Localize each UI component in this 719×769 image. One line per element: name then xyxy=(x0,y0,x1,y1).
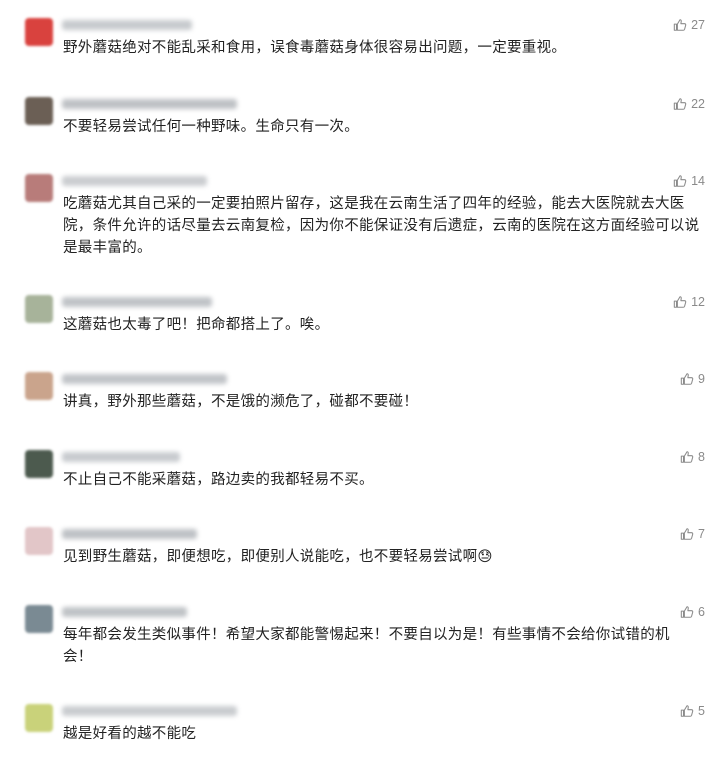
like-button[interactable]: 14 xyxy=(673,174,705,188)
comment-text: 这蘑菇也太毒了吧！把命都搭上了。唉。 xyxy=(63,317,330,333)
comment-text: 讲真，野外那些蘑菇，不是饿的濒危了，碰都不要碰！ xyxy=(63,394,419,410)
comment-text: 见到野生蘑菇，即便想吃，即便别人说能吃，也不要轻易尝试啊😓 xyxy=(63,549,493,565)
like-count: 5 xyxy=(698,704,705,718)
like-count: 12 xyxy=(691,295,705,309)
avatar[interactable] xyxy=(25,97,53,125)
like-button[interactable]: 22 xyxy=(673,97,705,111)
username-blurred[interactable] xyxy=(62,706,237,716)
thumbs-up-icon xyxy=(680,527,694,541)
comment-text: 不要轻易尝试任何一种野味。生命只有一次。 xyxy=(63,119,359,135)
username-blurred[interactable] xyxy=(62,374,227,384)
username-blurred[interactable] xyxy=(62,529,197,539)
avatar[interactable] xyxy=(25,450,53,478)
like-button[interactable]: 8 xyxy=(680,450,705,464)
like-count: 6 xyxy=(698,605,705,619)
thumbs-up-icon xyxy=(673,295,687,309)
like-button[interactable]: 27 xyxy=(673,18,705,32)
thumbs-up-icon xyxy=(680,704,694,718)
like-count: 7 xyxy=(698,527,705,541)
thumbs-up-icon xyxy=(673,174,687,188)
like-count: 8 xyxy=(698,450,705,464)
comment-text: 吃蘑菇尤其自己采的一定要拍照片留存，这是我在云南生活了四年的经验，能去大医院就去… xyxy=(63,196,700,256)
username-blurred[interactable] xyxy=(62,20,192,30)
like-count: 9 xyxy=(698,372,705,386)
like-count: 14 xyxy=(691,174,705,188)
comment-text: 野外蘑菇绝对不能乱采和食用，误食毒蘑菇身体很容易出问题，一定要重视。 xyxy=(63,40,567,56)
thumbs-up-icon xyxy=(673,97,687,111)
like-button[interactable]: 9 xyxy=(680,372,705,386)
thumbs-up-icon xyxy=(680,605,694,619)
thumbs-up-icon xyxy=(680,450,694,464)
comment-text: 不止自己不能采蘑菇，路边卖的我都轻易不买。 xyxy=(63,472,374,488)
like-button[interactable]: 12 xyxy=(673,295,705,309)
like-button[interactable]: 6 xyxy=(680,605,705,619)
like-count: 22 xyxy=(691,97,705,111)
avatar[interactable] xyxy=(25,295,53,323)
username-blurred[interactable] xyxy=(62,452,180,462)
avatar[interactable] xyxy=(25,527,53,555)
like-button[interactable]: 5 xyxy=(680,704,705,718)
avatar[interactable] xyxy=(25,18,53,46)
avatar[interactable] xyxy=(25,704,53,732)
like-count: 27 xyxy=(691,18,705,32)
avatar[interactable] xyxy=(25,605,53,633)
username-blurred[interactable] xyxy=(62,99,237,109)
comment-text: 越是好看的越不能吃 xyxy=(63,726,197,742)
like-button[interactable]: 7 xyxy=(680,527,705,541)
username-blurred[interactable] xyxy=(62,176,207,186)
thumbs-up-icon xyxy=(673,18,687,32)
thumbs-up-icon xyxy=(680,372,694,386)
username-blurred[interactable] xyxy=(62,607,187,617)
avatar[interactable] xyxy=(25,372,53,400)
avatar[interactable] xyxy=(25,174,53,202)
username-blurred[interactable] xyxy=(62,297,212,307)
comment-text: 每年都会发生类似事件！希望大家都能警惕起来！不要自以为是！有些事情不会给你试错的… xyxy=(63,627,670,665)
